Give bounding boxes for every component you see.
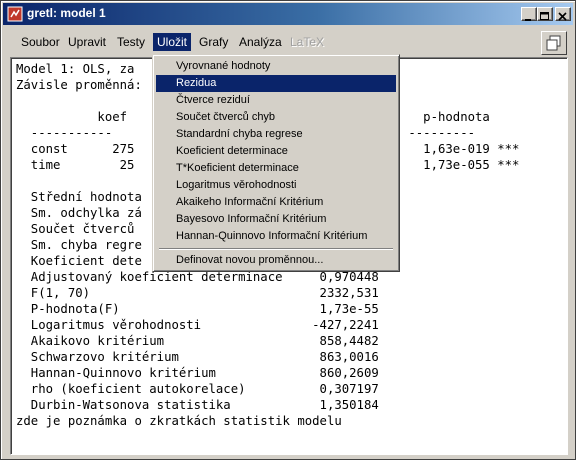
output-line: Hannan-Quinnovo kritérium 860,2609 <box>16 366 379 380</box>
menu-item-vyrovnane-hodnoty[interactable]: Vyrovnané hodnoty <box>156 58 396 75</box>
app-window: gretl: model 1 Soubor Upravit Testy Ulož… <box>0 0 576 460</box>
menu-grafy[interactable]: Grafy <box>197 33 230 51</box>
output-line: Koeficient dete <box>16 254 142 268</box>
output-line: rho (koeficient autokorelace) 0,307197 <box>16 382 379 396</box>
menu-item-hannan-quinnovo-kriterium[interactable]: Hannan-Quinnovo Informační Kritérium <box>156 228 396 245</box>
menu-analyza[interactable]: Analýza <box>237 33 284 51</box>
title-bar[interactable]: gretl: model 1 <box>3 3 573 25</box>
menu-ulozit[interactable]: Uložit <box>153 33 192 51</box>
menu-separator <box>159 248 393 250</box>
close-button[interactable] <box>555 7 571 21</box>
gretl-app-icon <box>7 6 23 22</box>
copy-button[interactable] <box>541 31 567 55</box>
menu-item-koeficient-determinace[interactable]: Koeficient determinace <box>156 143 396 160</box>
menu-item-t-koeficient-determinace[interactable]: T*Koeficient determinace <box>156 160 396 177</box>
output-line: Durbin-Watsonova statistika 1,350184 <box>16 398 379 412</box>
menu-upravit[interactable]: Upravit <box>66 33 108 51</box>
output-line: Schwarzovo kritérium 863,0016 <box>16 350 379 364</box>
menu-item-logaritmus-verohodnosti[interactable]: Logaritmus věrohodnosti <box>156 177 396 194</box>
output-line: Model 1: OLS, za <box>16 62 135 76</box>
minimize-icon <box>525 19 531 21</box>
output-line: Akaikovo kritérium 858,4482 <box>16 334 379 348</box>
menu-item-soucet-ctvercu-chyb[interactable]: Součet čtverců chyb <box>156 109 396 126</box>
output-line: F(1, 70) 2332,531 <box>16 286 379 300</box>
menu-bar: Soubor Upravit Testy Uložit Grafy Analýz… <box>3 29 573 55</box>
window-title: gretl: model 1 <box>27 6 106 20</box>
menu-item-ctverce-rezidui[interactable]: Čtverce reziduí <box>156 92 396 109</box>
ulozit-dropdown-menu: Vyrovnané hodnoty Rezidua Čtverce rezidu… <box>152 54 400 272</box>
menu-item-rezidua[interactable]: Rezidua <box>156 75 396 92</box>
minimize-button[interactable] <box>521 7 537 21</box>
menu-item-akaikeho-kriterium[interactable]: Akaikeho Informační Kritérium <box>156 194 396 211</box>
output-line: Závisle proměnná: <box>16 78 142 92</box>
menu-item-definovat-novou-promennou[interactable]: Definovat novou proměnnou... <box>156 252 396 269</box>
output-line: Logaritmus věrohodnosti -427,2241 <box>16 318 379 332</box>
maximize-button[interactable] <box>537 7 553 21</box>
menu-latex[interactable]: LaTeX <box>288 33 326 51</box>
maximize-icon <box>540 12 549 20</box>
close-icon <box>558 12 567 21</box>
menu-testy[interactable]: Testy <box>115 33 147 51</box>
output-line: Střední hodnota <box>16 190 142 204</box>
copy-icon <box>546 35 561 51</box>
menu-soubor[interactable]: Soubor <box>19 33 62 51</box>
menu-item-bayesovo-kriterium[interactable]: Bayesovo Informační Kritérium <box>156 211 396 228</box>
output-line: Součet čtverců <box>16 222 135 236</box>
output-line: zde je poznámka o zkratkách statistik mo… <box>16 414 342 428</box>
output-line: Sm. odchylka zá <box>16 206 142 220</box>
output-line: Sm. chyba regre <box>16 238 142 252</box>
menu-item-standardni-chyba-regrese[interactable]: Standardní chyba regrese <box>156 126 396 143</box>
output-line: P-hodnota(F) 1,73e-55 <box>16 302 379 316</box>
